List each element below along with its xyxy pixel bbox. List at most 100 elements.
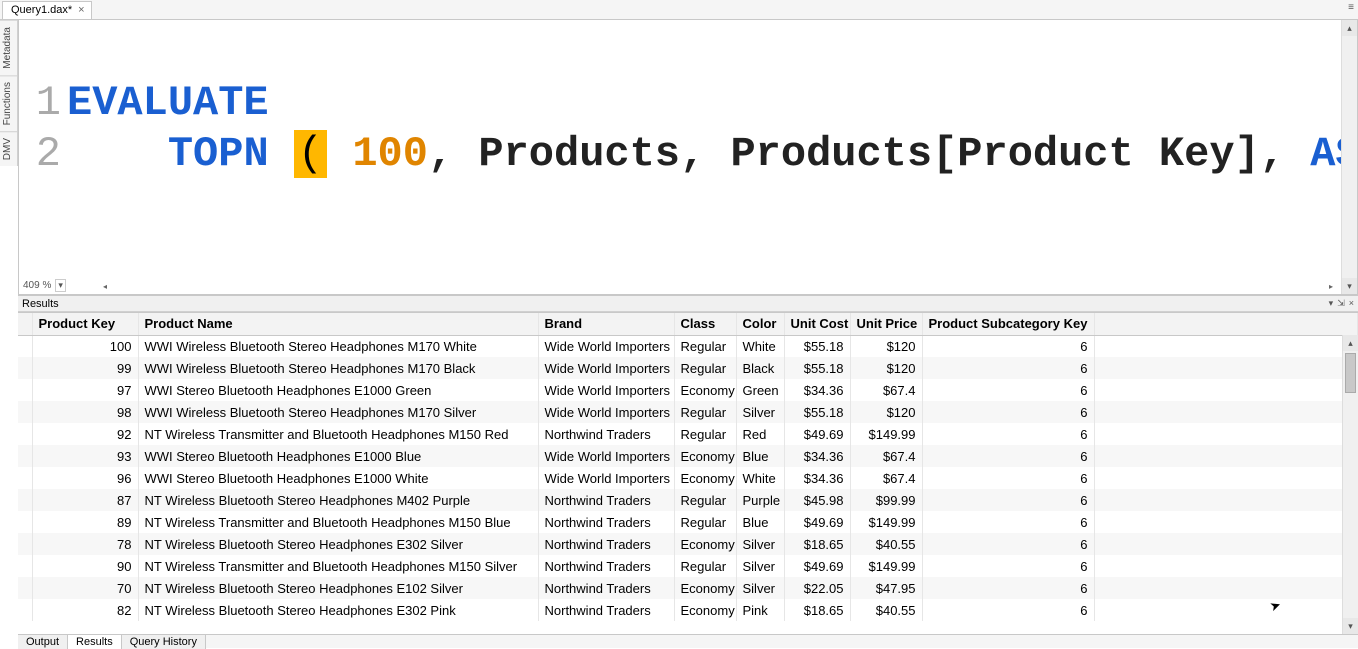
scroll-down-icon[interactable]: ▾ — [1342, 278, 1357, 294]
cell-empty — [1094, 599, 1358, 621]
table-row[interactable]: 100WWI Wireless Bluetooth Stereo Headpho… — [18, 335, 1358, 357]
token-comma2: , — [680, 130, 705, 178]
cell-key: 82 — [32, 599, 138, 621]
results-panel: Results ▾ ⇲ × Product Key Product Name B… — [18, 295, 1358, 634]
close-icon[interactable]: × — [78, 4, 84, 16]
cell-sub: 6 — [922, 533, 1094, 555]
cell-sub: 6 — [922, 423, 1094, 445]
editor-content[interactable]: 1EVALUATE 2 TOPN ( 100, Products, Produc… — [19, 20, 1357, 238]
cell-price: $40.55 — [850, 533, 922, 555]
tab-results[interactable]: Results — [68, 635, 122, 649]
cell-name: WWI Wireless Bluetooth Stereo Headphones… — [138, 335, 538, 357]
window-menu-icon[interactable]: ≡ — [1348, 2, 1354, 13]
bottom-tabs: Output Results Query History — [18, 634, 1358, 648]
table-row[interactable]: 92NT Wireless Transmitter and Bluetooth … — [18, 423, 1358, 445]
cell-class: Economy — [674, 379, 736, 401]
cell-class: Economy — [674, 467, 736, 489]
cell-cost: $55.18 — [784, 401, 850, 423]
code-editor[interactable]: 1EVALUATE 2 TOPN ( 100, Products, Produc… — [18, 20, 1358, 295]
cell-sub: 6 — [922, 379, 1094, 401]
cell-brand: Northwind Traders — [538, 533, 674, 555]
cell-sub: 6 — [922, 335, 1094, 357]
cell-key: 78 — [32, 533, 138, 555]
cell-empty — [1094, 577, 1358, 599]
table-row[interactable]: 90NT Wireless Transmitter and Bluetooth … — [18, 555, 1358, 577]
zoom-drop-icon[interactable]: ▾ — [55, 279, 66, 292]
cell-brand: Wide World Importers — [538, 335, 674, 357]
row-gutter — [18, 599, 32, 621]
cell-sub: 6 — [922, 577, 1094, 599]
cell-key: 96 — [32, 467, 138, 489]
tab-output[interactable]: Output — [18, 635, 68, 649]
table-row[interactable]: 82NT Wireless Bluetooth Stereo Headphone… — [18, 599, 1358, 621]
gutter-2: 2 — [29, 129, 61, 179]
col-product-name[interactable]: Product Name — [138, 313, 538, 335]
editor-vscrollbar[interactable]: ▴ ▾ — [1341, 20, 1357, 294]
cell-name: WWI Stereo Bluetooth Headphones E1000 Gr… — [138, 379, 538, 401]
token-products: Products — [478, 130, 680, 178]
token-comma3: , — [1260, 130, 1285, 178]
scroll-down-icon[interactable]: ▾ — [1343, 618, 1358, 634]
panel-pin-icon[interactable]: ⇲ — [1337, 298, 1345, 309]
cell-brand: Northwind Traders — [538, 489, 674, 511]
table-row[interactable]: 98WWI Wireless Bluetooth Stereo Headphon… — [18, 401, 1358, 423]
side-tab-metadata[interactable]: Metadata — [0, 20, 17, 75]
cell-name: WWI Wireless Bluetooth Stereo Headphones… — [138, 357, 538, 379]
col-rowheader[interactable] — [18, 313, 32, 335]
table-row[interactable]: 96WWI Stereo Bluetooth Headphones E1000 … — [18, 467, 1358, 489]
cell-brand: Northwind Traders — [538, 599, 674, 621]
table-row[interactable]: 97WWI Stereo Bluetooth Headphones E1000 … — [18, 379, 1358, 401]
cell-brand: Wide World Importers — [538, 401, 674, 423]
table-row[interactable]: 89NT Wireless Transmitter and Bluetooth … — [18, 511, 1358, 533]
cell-name: WWI Wireless Bluetooth Stereo Headphones… — [138, 401, 538, 423]
col-unit-cost[interactable]: Unit Cost — [784, 313, 850, 335]
col-unit-price[interactable]: Unit Price — [850, 313, 922, 335]
results-grid[interactable]: Product Key Product Name Brand Class Col… — [18, 313, 1358, 621]
tab-query-history[interactable]: Query History — [122, 635, 206, 649]
cell-brand: Wide World Importers — [538, 445, 674, 467]
zoom-control[interactable]: 409 % ▾ — [23, 279, 66, 292]
cell-empty — [1094, 467, 1358, 489]
cell-color: Black — [736, 357, 784, 379]
table-row[interactable]: 87NT Wireless Bluetooth Stereo Headphone… — [18, 489, 1358, 511]
cell-price: $149.99 — [850, 555, 922, 577]
col-product-key[interactable]: Product Key — [32, 313, 138, 335]
cell-sub: 6 — [922, 401, 1094, 423]
table-row[interactable]: 99WWI Wireless Bluetooth Stereo Headphon… — [18, 357, 1358, 379]
side-tab-dmv[interactable]: DMV — [0, 131, 17, 166]
cell-cost: $49.69 — [784, 423, 850, 445]
table-row[interactable]: 70NT Wireless Bluetooth Stereo Headphone… — [18, 577, 1358, 599]
scroll-right-icon[interactable]: ▸ — [1325, 282, 1337, 292]
cell-key: 97 — [32, 379, 138, 401]
scroll-left-icon[interactable]: ◂ — [99, 282, 111, 292]
col-subcat-key[interactable]: Product Subcategory Key — [922, 313, 1094, 335]
cell-key: 89 — [32, 511, 138, 533]
cell-cost: $55.18 — [784, 335, 850, 357]
scroll-up-icon[interactable]: ▴ — [1343, 335, 1358, 351]
cell-key: 92 — [32, 423, 138, 445]
panel-dropdown-icon[interactable]: ▾ — [1329, 298, 1334, 309]
cell-price: $120 — [850, 401, 922, 423]
col-color[interactable]: Color — [736, 313, 784, 335]
side-tab-functions[interactable]: Functions — [0, 75, 17, 131]
grid-header-row: Product Key Product Name Brand Class Col… — [18, 313, 1358, 335]
col-class[interactable]: Class — [674, 313, 736, 335]
table-row[interactable]: 78NT Wireless Bluetooth Stereo Headphone… — [18, 533, 1358, 555]
token-col: Products[Product Key] — [730, 130, 1259, 178]
col-brand[interactable]: Brand — [538, 313, 674, 335]
cell-class: Regular — [674, 511, 736, 533]
scroll-up-icon[interactable]: ▴ — [1342, 20, 1357, 36]
table-row[interactable]: 93WWI Stereo Bluetooth Headphones E1000 … — [18, 445, 1358, 467]
token-100: 100 — [352, 130, 428, 178]
grid-vscrollbar[interactable]: ▴ ▾ — [1342, 335, 1358, 634]
cell-cost: $34.36 — [784, 467, 850, 489]
cell-brand: Northwind Traders — [538, 511, 674, 533]
panel-close-icon[interactable]: × — [1349, 298, 1354, 309]
tab-query1[interactable]: Query1.dax* × — [2, 1, 92, 19]
scroll-thumb[interactable] — [1345, 353, 1356, 393]
cell-price: $149.99 — [850, 423, 922, 445]
cell-brand: Northwind Traders — [538, 577, 674, 599]
cell-name: WWI Stereo Bluetooth Headphones E1000 Bl… — [138, 445, 538, 467]
cell-sub: 6 — [922, 555, 1094, 577]
editor-hscrollbar[interactable]: ◂ ▸ — [99, 282, 1337, 292]
